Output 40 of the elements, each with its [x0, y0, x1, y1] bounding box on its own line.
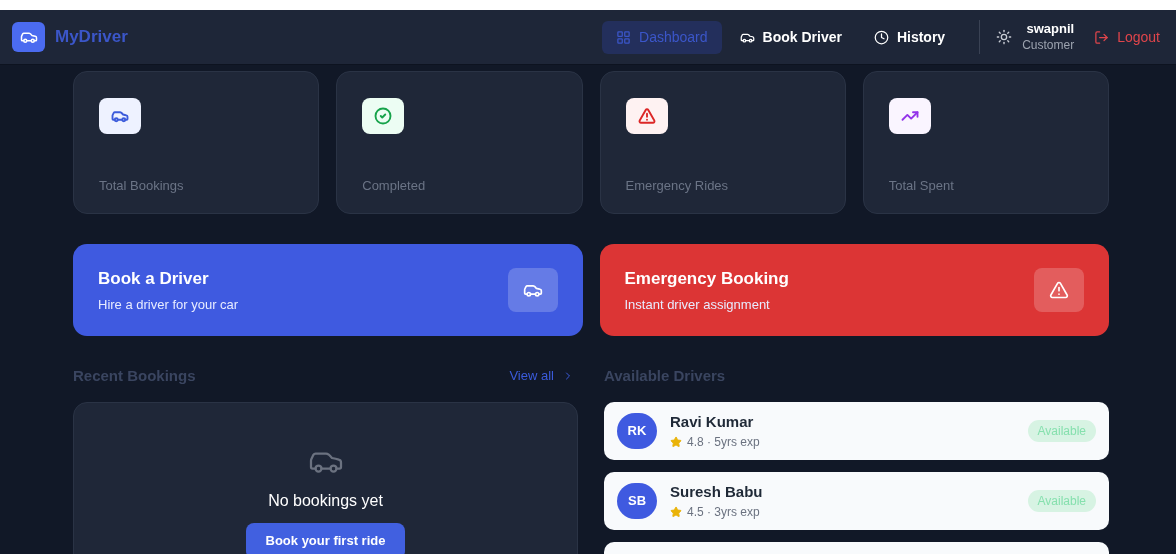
clock-icon	[873, 29, 889, 45]
book-first-ride-button[interactable]: Book your first ride	[245, 523, 406, 554]
driver-card[interactable]: SB Suresh Babu 4.5 · 3yrs exp Available	[604, 472, 1109, 530]
car-icon	[507, 268, 558, 312]
availability-status: Available	[1027, 420, 1096, 442]
stat-label: Total Spent	[888, 177, 955, 195]
grid-icon	[616, 29, 632, 45]
section-title: Available Drivers	[604, 365, 726, 386]
empty-message: No bookings yet	[268, 491, 383, 511]
driver-details: 4.5 · 3yrs exp	[687, 504, 760, 522]
driver-name: Ravi Kumar	[670, 411, 755, 432]
stat-label: Emergency Rides	[625, 177, 730, 195]
emergency-booking-card[interactable]: Emergency Booking Instant driver assignment	[599, 244, 1109, 336]
user-name: swapnil	[1026, 21, 1075, 37]
view-all-link[interactable]: View all	[509, 366, 574, 386]
star-icon	[670, 436, 682, 449]
section-title: Recent Bookings	[73, 365, 196, 386]
nav-tab[interactable]: Book Driver	[725, 20, 856, 54]
driver-avatar: RK	[617, 413, 657, 449]
action-title: Emergency Booking	[624, 267, 790, 290]
nav-tab[interactable]: History	[859, 20, 960, 54]
action-subtitle: Instant driver assignment	[624, 296, 771, 314]
stat-label: Total Bookings	[99, 177, 185, 195]
brand-name: MyDriver	[55, 26, 128, 49]
driver-name: Suresh Babu	[670, 481, 764, 502]
driver-details: 4.8 · 5yrs exp	[687, 434, 760, 452]
driver-card[interactable]: RK Ravi Kumar 4.8 · 5yrs exp Available	[604, 402, 1109, 460]
driver-avatar: SB	[617, 483, 657, 519]
user-role: Customer	[1022, 37, 1075, 53]
theme-toggle-icon[interactable]	[996, 29, 1013, 45]
logout-button[interactable]: Logout	[1094, 26, 1160, 48]
logo-icon	[12, 22, 45, 52]
availability-status: Available	[1027, 490, 1096, 512]
stat-label: Completed	[362, 177, 427, 195]
book-driver-card[interactable]: Book a Driver Hire a driver for your car	[73, 244, 583, 336]
action-subtitle: Hire a driver for your car	[98, 296, 240, 314]
action-title: Book a Driver	[98, 267, 210, 290]
warning-icon	[1034, 268, 1084, 312]
star-icon	[670, 506, 682, 519]
logout-icon	[1094, 29, 1110, 45]
